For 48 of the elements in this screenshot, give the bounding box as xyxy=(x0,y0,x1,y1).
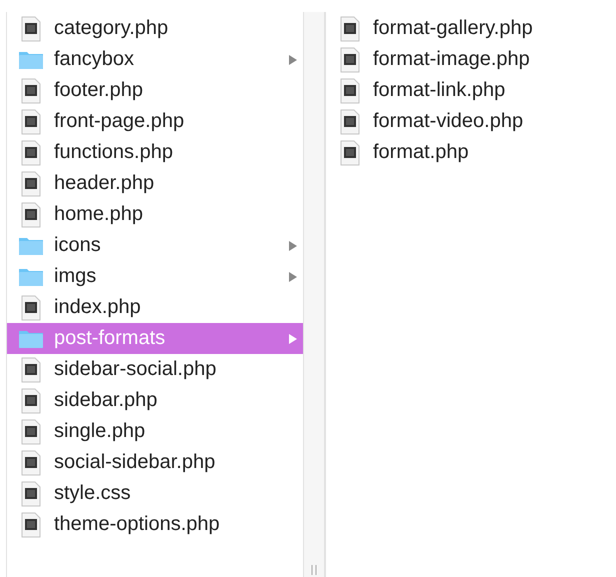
file-row[interactable]: format-image.php xyxy=(326,44,616,75)
file-icon xyxy=(21,388,41,414)
file-row[interactable]: format-link.php xyxy=(326,75,616,106)
file-icon xyxy=(21,356,41,382)
file-row[interactable]: category.php xyxy=(7,13,303,44)
file-row[interactable]: header.php xyxy=(7,168,303,199)
file-icon xyxy=(21,418,41,444)
file-row[interactable]: theme-options.php xyxy=(7,509,303,540)
folder-icon xyxy=(18,50,44,70)
file-row[interactable]: front-page.php xyxy=(7,106,303,137)
file-row[interactable]: format.php xyxy=(326,137,616,168)
file-row[interactable]: sidebar.php xyxy=(7,385,303,416)
file-row[interactable]: format-gallery.php xyxy=(326,13,616,44)
chevron-icon xyxy=(289,240,297,250)
file-icon xyxy=(21,202,41,228)
file-row[interactable]: style.css xyxy=(7,478,303,509)
file-row[interactable]: footer.php xyxy=(7,75,303,106)
file-icon xyxy=(21,512,41,538)
file-row[interactable]: home.php xyxy=(7,199,303,230)
folder-row[interactable]: imgs xyxy=(7,261,303,292)
file-icon xyxy=(340,140,360,166)
file-row[interactable]: single.php xyxy=(7,416,303,447)
file-row[interactable]: sidebar-social.php xyxy=(7,354,303,385)
file-row[interactable]: functions.php xyxy=(7,137,303,168)
chevron-icon xyxy=(289,54,297,64)
file-icon xyxy=(340,16,360,42)
folder-icon xyxy=(18,328,44,348)
file-icon xyxy=(21,294,41,320)
chevron-icon xyxy=(289,334,297,344)
resize-handle-icon[interactable] xyxy=(311,565,317,575)
file-icon xyxy=(340,78,360,104)
chevron-icon xyxy=(289,272,297,282)
file-icon xyxy=(21,170,41,196)
file-row[interactable]: index.php xyxy=(7,292,303,323)
file-icon xyxy=(21,450,41,476)
file-icon xyxy=(340,108,360,134)
file-icon xyxy=(21,480,41,506)
file-icon xyxy=(340,46,360,72)
file-icon xyxy=(21,16,41,42)
file-icon xyxy=(21,78,41,104)
folder-row[interactable]: fancybox xyxy=(7,44,303,75)
file-row[interactable]: social-sidebar.php xyxy=(7,447,303,478)
folder-row[interactable]: icons xyxy=(7,230,303,261)
folder-icon xyxy=(18,236,44,256)
file-row[interactable]: format-video.php xyxy=(326,106,616,137)
folder-icon xyxy=(18,266,44,286)
file-icon xyxy=(21,108,41,134)
file-icon xyxy=(21,140,41,166)
